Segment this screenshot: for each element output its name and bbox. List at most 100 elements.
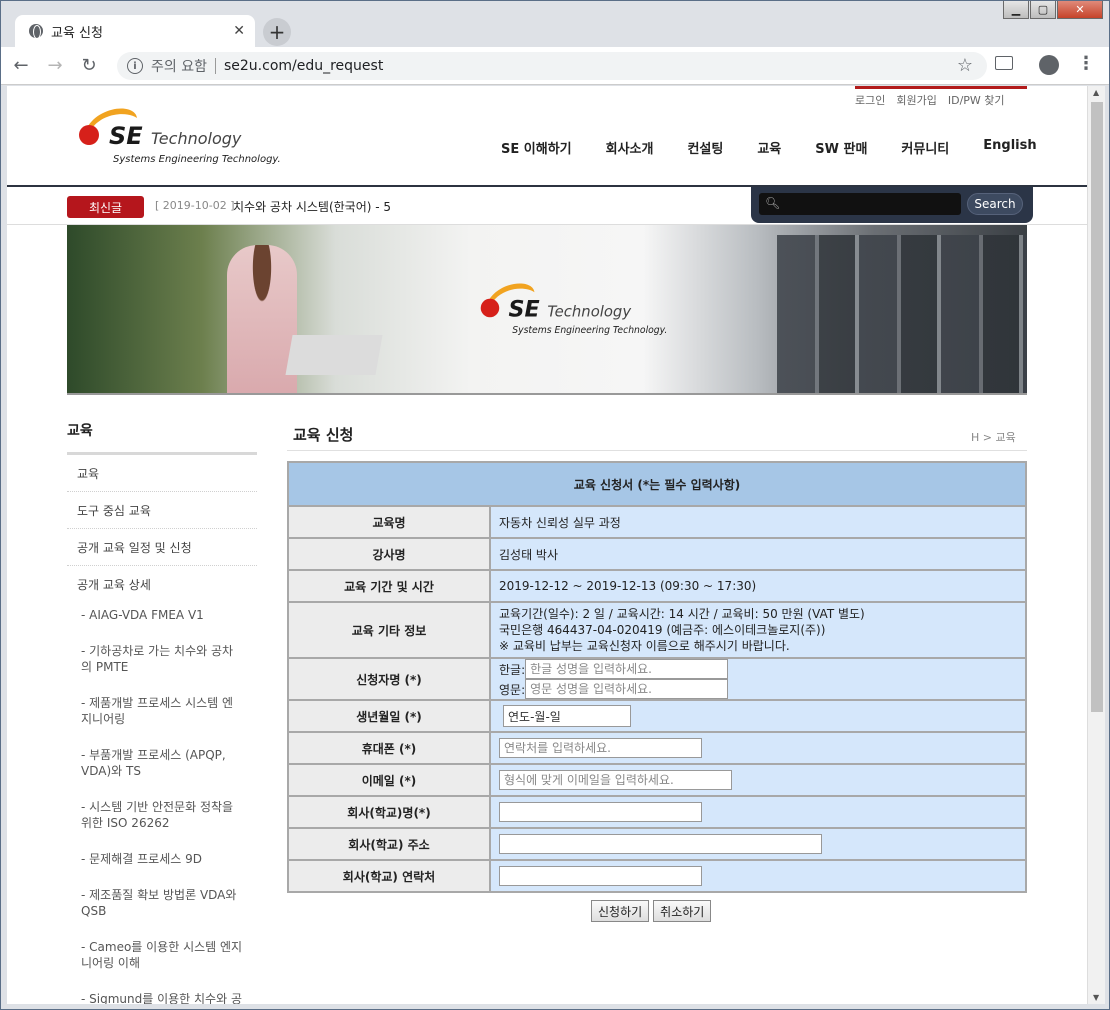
english-name-prefix: 영문: <box>499 682 526 697</box>
close-window-button[interactable]: ✕ <box>1057 1 1103 19</box>
period-label: 교육 기간 및 시간 <box>287 569 491 603</box>
latest-badge: 최신글 <box>67 196 144 218</box>
company-contact-field[interactable] <box>499 866 702 886</box>
sidebar-subitem[interactable]: - AIAG-VDA FMEA V1 <box>67 603 257 633</box>
cast-icon[interactable] <box>995 56 1013 70</box>
phone-value <box>489 731 1027 765</box>
svg-text:SE: SE <box>509 296 540 322</box>
company-name-field[interactable] <box>499 802 702 822</box>
sidebar-item-education[interactable]: 교육 <box>67 455 257 492</box>
sidebar-subitem[interactable]: - Cameo를 이용한 시스템 엔지니어링 이해 <box>67 929 257 981</box>
nav-company[interactable]: 회사소개 <box>606 138 654 157</box>
news-ticker: 최신글 [ 2019-10-02 ] 치수와 공차 시스템(한국어) - 5 🔍… <box>7 187 1087 225</box>
news-title-link[interactable]: 치수와 공차 시스템(한국어) - 5 <box>233 198 391 215</box>
scroll-thumb[interactable] <box>1091 102 1103 712</box>
form-caption: 교육 신청서 (*는 필수 입력사항) <box>287 461 1027 507</box>
sidebar-subitem[interactable]: - 제품개발 프로세스 시스템 엔지니어링 <box>67 685 257 737</box>
instructor-value: 김성태 박사 <box>489 537 1027 571</box>
company-address-field[interactable] <box>499 834 822 854</box>
find-idpw-link[interactable]: ID/PW 찾기 <box>948 92 1005 108</box>
search-input[interactable]: 🔍︎ <box>759 193 961 215</box>
logo-text-tech: Technology <box>151 129 242 148</box>
nav-consulting[interactable]: 컨설팅 <box>687 138 723 157</box>
etc-info-label: 교육 기타 정보 <box>287 601 491 659</box>
cancel-button[interactable]: 취소하기 <box>653 900 712 922</box>
main-nav: SE 이해하기 회사소개 컨설팅 교육 SW 판매 커뮤니티 English <box>501 138 1037 157</box>
etc-line: 교육기간(일수): 2 일 / 교육시간: 14 시간 / 교육비: 50 만원… <box>499 607 865 621</box>
browser-tab[interactable]: 교육 신청 ✕ <box>15 15 255 47</box>
page-viewport: 로그인 회원가입 ID/PW 찾기 SE Technology Systems … <box>7 86 1087 1004</box>
maximize-button[interactable]: ▢ <box>1030 1 1056 19</box>
sidebar-subitem[interactable]: - Sigmund를 이용한 치수와 공 <box>67 981 257 1004</box>
sidebar-subitem[interactable]: - 기하공차로 가는 치수와 공차의 PMTE <box>67 633 257 685</box>
phone-field[interactable] <box>499 738 702 758</box>
vertical-scrollbar[interactable]: ▲ ▼ <box>1087 86 1105 1004</box>
signup-link[interactable]: 회원가입 <box>896 92 936 108</box>
minimize-button[interactable]: ▁ <box>1003 1 1029 19</box>
tab-strip: 교육 신청 ✕ + <box>1 1 1109 47</box>
info-icon[interactable]: i <box>127 58 143 74</box>
close-tab-icon[interactable]: ✕ <box>233 23 245 39</box>
scroll-up-icon[interactable]: ▲ <box>1093 88 1099 97</box>
birthdate-field[interactable] <box>503 705 631 727</box>
svg-text:Technology: Technology <box>547 303 631 320</box>
submit-button[interactable]: 신청하기 <box>591 900 650 922</box>
site-logo[interactable]: SE Technology Systems Engineering Techno… <box>75 104 280 166</box>
application-form: 교육 신청서 (*는 필수 입력사항) 교육명 자동차 신뢰성 실무 과정 강사… <box>287 461 1027 893</box>
nav-se-intro[interactable]: SE 이해하기 <box>501 138 572 157</box>
sidebar-item-tool-education[interactable]: 도구 중심 교육 <box>67 492 257 529</box>
security-warning: 주의 요함 <box>151 59 207 75</box>
etc-info-value: 교육기간(일수): 2 일 / 교육시간: 14 시간 / 교육비: 50 만원… <box>489 601 1027 659</box>
browser-window: 교육 신청 ✕ + ▁ ▢ ✕ ← → ↻ i 주의 요함 se2u.com/e… <box>0 0 1110 1010</box>
email-field[interactable] <box>499 770 732 790</box>
etc-line: 국민은행 464437-04-020419 (예금주: 에스이테크놀로지(주)) <box>499 623 826 637</box>
nav-english[interactable]: English <box>983 138 1036 157</box>
window-controls: ▁ ▢ ✕ <box>1003 1 1103 19</box>
sidebar-subitem[interactable]: - 제조품질 확보 방법론 VDA와 QSB <box>67 877 257 929</box>
nav-community[interactable]: 커뮤니티 <box>901 138 949 157</box>
logo-text: SE <box>109 122 143 150</box>
profile-icon[interactable] <box>1039 55 1059 75</box>
form-buttons: 신청하기 취소하기 <box>591 900 712 922</box>
banner-logo: SE Technology Systems Engineering Techno… <box>480 283 667 336</box>
phone-label: 휴대폰 (*) <box>287 731 491 765</box>
applicant-name-label: 신청자명 (*) <box>287 657 491 701</box>
url-text[interactable]: se2u.com/edu_request <box>224 58 383 74</box>
bookmark-star-icon[interactable]: ☆ <box>957 55 973 76</box>
svg-text:Systems Engineering Technology: Systems Engineering Technology. <box>512 325 667 336</box>
page-title: 교육 신청 <box>293 426 354 444</box>
search-button[interactable]: Search <box>967 193 1023 215</box>
birthdate-label: 생년월일 (*) <box>287 699 491 733</box>
reload-icon[interactable]: ↻ <box>75 52 103 80</box>
tab-title: 교육 신청 <box>51 25 103 41</box>
company-name-label: 회사(학교)명(*) <box>287 795 491 829</box>
news-date: [ 2019-10-02 ] <box>155 199 235 212</box>
new-tab-button[interactable]: + <box>263 18 291 46</box>
address-bar[interactable]: i 주의 요함 se2u.com/edu_request ☆ <box>117 52 987 80</box>
title-divider <box>287 450 1027 451</box>
sidebar-subitem[interactable]: - 문제해결 프로세스 9D <box>67 841 257 877</box>
company-contact-label: 회사(학교) 연락처 <box>287 859 491 893</box>
english-name-field[interactable] <box>525 679 729 699</box>
nav-sw-sales[interactable]: SW 판매 <box>815 138 867 157</box>
company-name-value <box>489 795 1027 829</box>
instructor-label: 강사명 <box>287 537 491 571</box>
sidebar-subitem[interactable]: - 부품개발 프로세스 (APQP, VDA)와 TS <box>67 737 257 789</box>
sidebar-item-open-schedule[interactable]: 공개 교육 일정 및 신청 <box>67 529 257 566</box>
sidebar-menu: 교육 도구 중심 교육 공개 교육 일정 및 신청 공개 교육 상세 - AIA… <box>67 452 257 1004</box>
birthdate-value <box>489 699 1027 733</box>
banner-businessmen-image <box>777 235 1027 393</box>
back-icon[interactable]: ← <box>7 52 35 80</box>
forward-icon[interactable]: → <box>41 52 69 80</box>
sidebar-subitem[interactable]: - 시스템 기반 안전문화 정착을 위한 ISO 26262 <box>67 789 257 841</box>
company-address-value <box>489 827 1027 861</box>
top-menu: 로그인 회원가입 ID/PW 찾기 <box>855 92 1005 108</box>
nav-education[interactable]: 교육 <box>757 138 781 157</box>
menu-icon[interactable]: ⋮ <box>1077 53 1095 74</box>
search-panel: 🔍︎ Search <box>751 187 1033 223</box>
login-link[interactable]: 로그인 <box>855 92 885 108</box>
korean-name-field[interactable] <box>525 659 729 679</box>
scroll-down-icon[interactable]: ▼ <box>1093 993 1099 1002</box>
logo-tagline: Systems Engineering Technology. <box>113 154 280 165</box>
sidebar-item-open-detail[interactable]: 공개 교육 상세 <box>67 566 257 603</box>
